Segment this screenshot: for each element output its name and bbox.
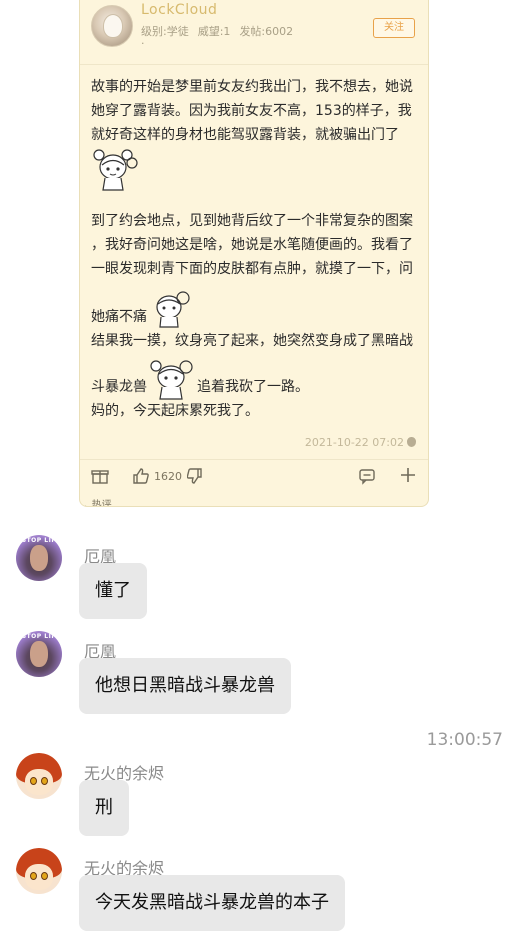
divider xyxy=(80,459,428,460)
poster-dot: · xyxy=(141,37,145,50)
hot-comments-label: 热评 xyxy=(91,500,112,507)
like-count: 1620 xyxy=(154,470,182,483)
avatar[interactable] xyxy=(16,848,62,894)
sticker-row xyxy=(91,147,419,197)
comment-icon[interactable] xyxy=(358,467,376,485)
post-body: 故事的开始是梦里前女友约我出门，我不想去，她说 她穿了露背装。因为我前女友不高，… xyxy=(91,75,419,423)
chevron-down-icon: ⌄ xyxy=(80,500,89,507)
follow-button[interactable]: 关注 xyxy=(373,18,415,38)
post-line: 她穿了露背装。因为我前女友不高，153的样子，我 xyxy=(91,103,412,119)
poster-post-count: 发帖:6002 xyxy=(239,25,294,38)
apple-icon xyxy=(407,437,416,447)
avatar[interactable] xyxy=(16,753,62,799)
post-line: 就好奇这样的身材也能驾驭露背装，就被骗出门了 xyxy=(91,127,399,143)
avatar[interactable]: STOP LIP xyxy=(16,535,62,581)
post-line: 到了约会地点，见到她背后纹了一个非常复杂的图案 xyxy=(91,213,413,229)
thumbs-down-icon[interactable] xyxy=(187,467,203,485)
forwarded-post-card[interactable]: LockCloud 级别:学徒 威望:1 发帖:6002 · 关注 故事的开始是梦里… xyxy=(79,0,429,507)
message-bubble[interactable]: 刑 xyxy=(79,780,129,836)
chibi-sticker-icon xyxy=(156,291,190,328)
post-line: 结果我一摸，纹身亮了起来，她突然变身成了黑暗战 xyxy=(91,333,413,349)
message-bubble[interactable]: 今天发黑暗战斗暴龙兽的本子 xyxy=(79,875,345,931)
poster-avatar[interactable] xyxy=(91,5,133,47)
plus-icon[interactable] xyxy=(400,467,416,483)
gift-icon[interactable] xyxy=(91,467,109,485)
message-bubble[interactable]: 他想日黑暗战斗暴龙兽 xyxy=(79,658,291,714)
poster-name[interactable]: LockCloud xyxy=(141,2,217,18)
post-line: 她痛不痛 xyxy=(91,309,147,325)
post-line-with-sticker: 她痛不痛 xyxy=(91,281,419,329)
avatar-caption: STOP LIP xyxy=(21,537,57,544)
divider xyxy=(80,64,428,65)
post-line: 一眼发现刺青下面的皮肤都有点肿，就摸了一下，问 xyxy=(91,261,413,277)
chibi-sticker-icon xyxy=(150,360,193,400)
post-line: 故事的开始是梦里前女友约我出门，我不想去，她说 xyxy=(91,79,413,95)
thumbs-up-icon[interactable] xyxy=(132,467,150,485)
poster-meta: 级别:学徒 威望:1 发帖:6002 xyxy=(141,23,302,39)
hot-comments-tab[interactable]: ⌄ 热评 xyxy=(80,496,112,507)
post-line: ，我好奇问她这是啥，她说是水笔随便画的。我看了 xyxy=(91,237,413,253)
post-line: 追着我砍了一路。 xyxy=(197,379,309,395)
poster-prestige: 威望:1 xyxy=(197,25,231,38)
post-action-bar: 1620 xyxy=(80,462,428,492)
post-time-text: 2021-10-22 07:02 xyxy=(304,436,404,449)
message-bubble[interactable]: 懂了 xyxy=(79,563,147,619)
poster-level: 级别:学徒 xyxy=(141,25,189,38)
avatar[interactable]: STOP LIP xyxy=(16,631,62,677)
chibi-sticker-icon xyxy=(93,149,138,191)
post-line: 斗暴龙兽 xyxy=(91,379,147,395)
chat-timestamp: 13:00:57 xyxy=(426,730,503,750)
post-line: 妈的，今天起床累死我了。 xyxy=(91,403,259,419)
post-timestamp: 2021-10-22 07:02 xyxy=(305,436,416,449)
post-line-with-sticker: 斗暴龙兽 追着我砍了一路。 xyxy=(91,353,419,400)
avatar-caption: STOP LIP xyxy=(21,633,57,640)
